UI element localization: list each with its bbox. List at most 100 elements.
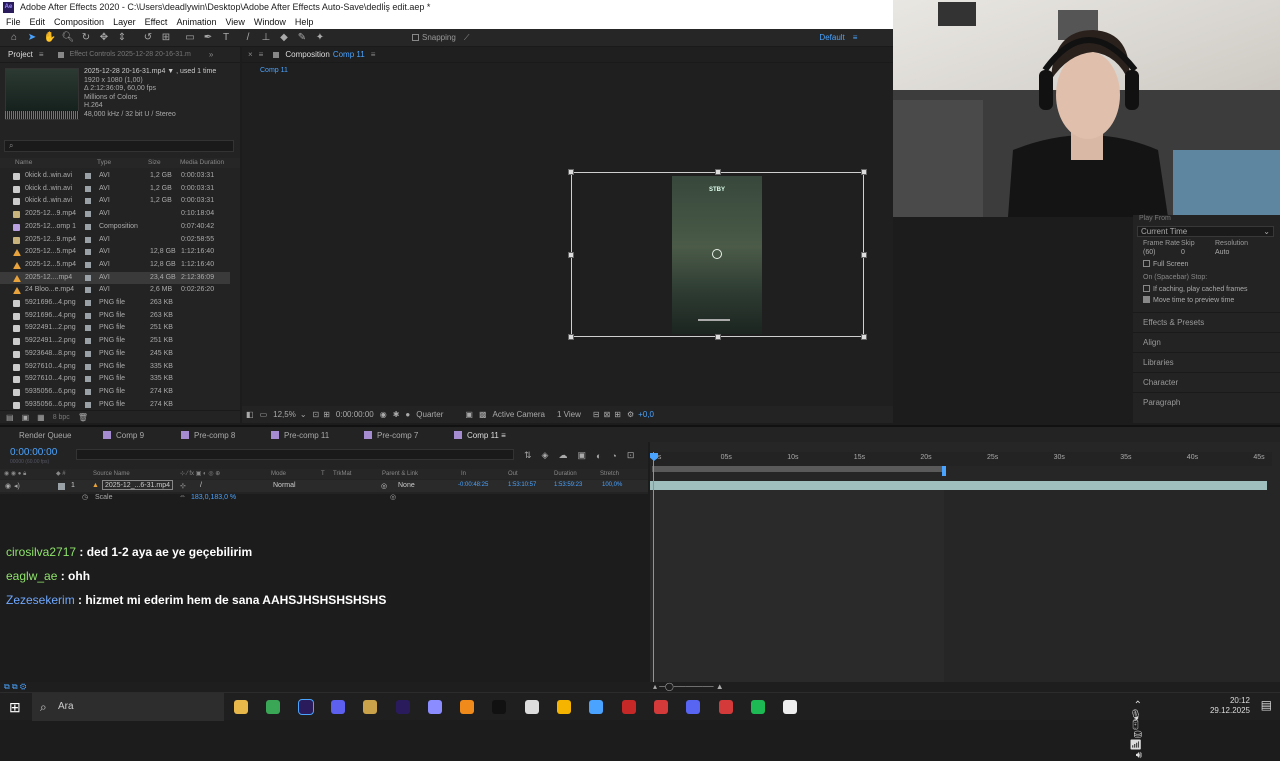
file-explorer-icon[interactable] bbox=[234, 700, 248, 714]
rectangle-tool-icon[interactable]: ▭ bbox=[182, 30, 198, 46]
stopwatch-icon[interactable]: ◷ bbox=[82, 493, 88, 501]
timeline-current-time[interactable]: 0:00:00:00 bbox=[10, 447, 57, 458]
workspace-menu-icon[interactable]: ≡ bbox=[853, 33, 858, 42]
comp-mini-flowchart-icon[interactable]: ⇅ bbox=[524, 450, 532, 461]
orbit-tool-icon[interactable]: ↻ bbox=[78, 30, 94, 46]
fit-icon[interactable]: ⊡ bbox=[313, 410, 320, 419]
menu-edit[interactable]: Edit bbox=[30, 15, 46, 29]
project-list-item[interactable]: 5922491...2.png PNG file 251 KB bbox=[0, 322, 230, 335]
always-preview-icon[interactable]: ◧ bbox=[246, 410, 254, 419]
project-list-item[interactable]: 2025-12...9.mp4 AVI 0:02:58:55 bbox=[0, 234, 230, 247]
layer-out-point[interactable]: 1:53:10:57 bbox=[508, 482, 536, 488]
transparency-grid-icon[interactable]: ▩ bbox=[479, 410, 487, 419]
project-list-item[interactable]: 5935056...6.png PNG file 274 KB bbox=[0, 386, 230, 399]
pen-tool-icon[interactable]: ✒ bbox=[200, 30, 216, 46]
menu-effect[interactable]: Effect bbox=[145, 15, 168, 29]
section-libraries[interactable]: Libraries bbox=[1133, 352, 1280, 372]
puppet-pin-icon[interactable]: ✦ bbox=[312, 30, 328, 46]
label-color-swatch[interactable] bbox=[85, 376, 91, 383]
windows-start-icon[interactable]: ⊞ bbox=[9, 699, 21, 716]
layer-name[interactable]: 2025-12_...6-31.mp4 bbox=[102, 480, 173, 490]
game-icon[interactable] bbox=[363, 700, 378, 714]
flowchart-icon[interactable]: ⊞ bbox=[614, 410, 621, 419]
col-t[interactable]: T bbox=[321, 471, 325, 477]
visibility-icon[interactable]: ◉ bbox=[5, 482, 11, 490]
work-area-end-handle[interactable] bbox=[942, 466, 946, 476]
section-paragraph[interactable]: Paragraph bbox=[1133, 392, 1280, 412]
scale-value[interactable]: 183,0,183,0 % bbox=[191, 494, 236, 501]
browser-icon[interactable] bbox=[427, 700, 442, 714]
snap-icon[interactable]: ⟋ bbox=[464, 33, 470, 43]
home-icon[interactable]: ⌂ bbox=[6, 30, 22, 46]
label-color-swatch[interactable] bbox=[85, 249, 91, 256]
collapse-transform-icon[interactable]: ⊹ bbox=[180, 482, 186, 490]
panel-menu-icon[interactable]: ≡ bbox=[371, 50, 376, 59]
label-color-swatch[interactable] bbox=[85, 173, 91, 179]
roto-brush-icon[interactable]: ✎ bbox=[294, 30, 310, 46]
photos-icon[interactable] bbox=[589, 700, 604, 714]
layer-row[interactable]: ◉ ◂) 1 ▲ 2025-12_...6-31.mp4 ⊹ / Normal … bbox=[0, 480, 648, 492]
col-media-duration[interactable]: Media Duration bbox=[180, 159, 224, 166]
project-list-item[interactable]: 2025-12....mp4 AVI 23,4 GB 2:12:36:09 bbox=[0, 271, 230, 285]
audio-icon[interactable]: ◂) bbox=[14, 482, 20, 490]
trash-icon[interactable]: 🗑︎ bbox=[78, 413, 88, 422]
resize-handle[interactable] bbox=[715, 334, 721, 340]
graph-editor-icon[interactable]: ◔ bbox=[611, 451, 616, 461]
play-from-select[interactable]: Current Time ⌄ bbox=[1137, 226, 1274, 237]
camera-select[interactable]: Active Camera bbox=[493, 410, 545, 419]
tab-comp-name[interactable]: Comp 11 bbox=[333, 50, 365, 59]
toggle-switches-icon[interactable]: ⧉ ⧉ ⚙ bbox=[4, 682, 26, 692]
project-list-item[interactable]: 0kick d..win.avi AVI 1,2 GB 0:00:03:31 bbox=[0, 195, 230, 208]
timeline-search-input[interactable] bbox=[76, 449, 514, 460]
project-list-item[interactable]: 5921696...4.png PNG file 263 KB bbox=[0, 297, 230, 310]
notifications-icon[interactable]: ▤ bbox=[1261, 699, 1272, 711]
rotate-tool-icon[interactable]: ↺ bbox=[140, 30, 156, 46]
project-list-item[interactable]: 0kick d..win.avi AVI 1,2 GB 0:00:03:31 bbox=[0, 170, 230, 183]
current-time-indicator[interactable] bbox=[653, 452, 654, 682]
hand-tool-icon[interactable]: ✋ bbox=[42, 30, 58, 46]
resize-handle[interactable] bbox=[861, 252, 867, 258]
tray-icons[interactable]: ⌃ 🎙︎ 🔋︎ ⛁ 📶︎ 🔊︎ bbox=[1129, 701, 1142, 761]
menu-layer[interactable]: Layer bbox=[113, 15, 136, 29]
reset-exposure-icon[interactable]: ⚙ bbox=[627, 410, 634, 419]
grid-icon[interactable]: ⊞ bbox=[323, 410, 330, 419]
layer-in-point[interactable]: -0:00:48:25 bbox=[458, 482, 488, 488]
label-color-swatch[interactable] bbox=[85, 236, 91, 243]
col-type[interactable]: Type bbox=[97, 159, 111, 166]
eraser-tool-icon[interactable]: ◆ bbox=[276, 30, 292, 46]
menu-view[interactable]: View bbox=[225, 15, 244, 29]
label-color-swatch[interactable] bbox=[85, 287, 91, 294]
overflow-icon[interactable]: » bbox=[209, 50, 213, 59]
close-app-icon[interactable] bbox=[653, 700, 668, 714]
project-list-item[interactable]: 2025-12...omp 1 Composition 0:07:40:42 bbox=[0, 221, 230, 234]
clock-time[interactable]: 20:12 bbox=[1210, 696, 1250, 706]
vpn-shield-icon[interactable] bbox=[330, 700, 345, 714]
snapping-toggle[interactable]: Snapping ⟋ bbox=[412, 33, 469, 43]
resolution-select[interactable]: Quarter bbox=[416, 410, 443, 419]
full-screen-checkbox[interactable] bbox=[1143, 260, 1150, 267]
exposure-value[interactable]: +0,0 bbox=[638, 410, 654, 419]
label-color-swatch[interactable] bbox=[85, 300, 91, 306]
col-name[interactable]: Name bbox=[15, 159, 32, 166]
menu-animation[interactable]: Animation bbox=[176, 15, 216, 29]
camera-snapshot-icon[interactable]: ◉ bbox=[380, 410, 387, 419]
shy-icon[interactable]: ☁ bbox=[558, 450, 567, 461]
zoom-tool-icon[interactable]: 🔍︎ bbox=[60, 30, 76, 46]
label-color-swatch[interactable] bbox=[85, 350, 91, 357]
tiktok-icon[interactable] bbox=[492, 700, 507, 714]
time-ruler[interactable]: 0s05s10s15s20s25s30s35s40s45s bbox=[650, 452, 1272, 466]
tab-render-queue[interactable]: Render Queue bbox=[19, 431, 71, 440]
col-size[interactable]: Size bbox=[148, 159, 161, 166]
pixel-aspect-icon[interactable]: ⊟ bbox=[593, 410, 600, 419]
project-list-item[interactable]: 24 Bloo...e.mp4 AVI 2,6 MB 0:02:26:20 bbox=[0, 284, 230, 297]
resize-handle[interactable] bbox=[568, 252, 574, 258]
pickwhip-icon[interactable]: ◎ bbox=[381, 482, 387, 490]
pan-tool-icon[interactable]: ✥ bbox=[96, 30, 112, 46]
type-tool-icon[interactable]: T bbox=[218, 30, 234, 46]
brush-tool-icon[interactable]: / bbox=[240, 30, 256, 46]
resize-handle[interactable] bbox=[861, 169, 867, 175]
frame-blending-icon[interactable]: ▣ bbox=[577, 450, 586, 461]
work-area-bar[interactable] bbox=[652, 466, 944, 472]
col-mode[interactable]: Mode bbox=[271, 471, 286, 477]
col-duration[interactable]: Duration bbox=[554, 471, 577, 477]
